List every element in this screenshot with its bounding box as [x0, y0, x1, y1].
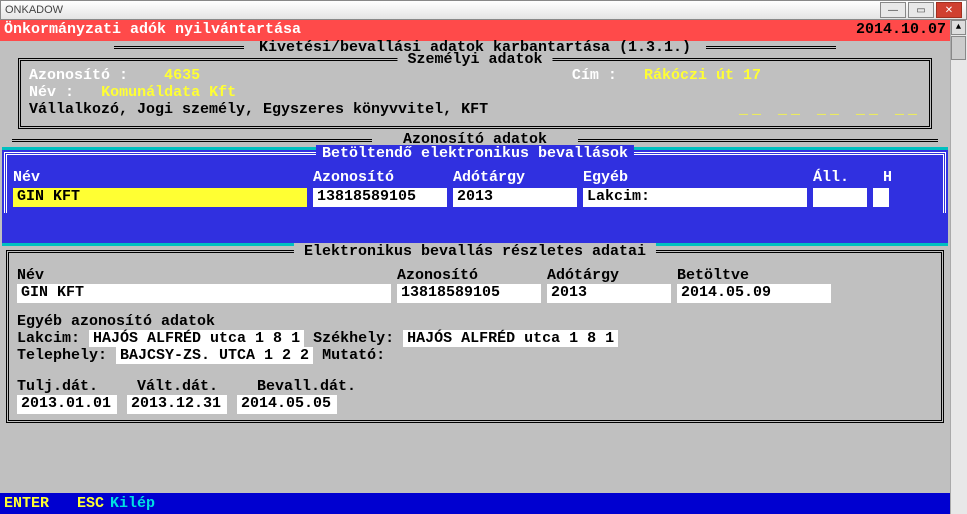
- window-title: ONKADOW: [5, 4, 63, 16]
- lakcim-value: HAJÓS ALFRÉD utca 1 8 1: [89, 330, 304, 347]
- minimize-button[interactable]: —: [880, 2, 906, 18]
- app-title: Önkormányzati adók nyilvántartása: [4, 21, 301, 40]
- table-row[interactable]: GIN KFT 13818589105 2013 Lakcim:: [13, 188, 937, 207]
- dh-bet: Betöltve: [677, 267, 837, 284]
- dv-nev: GIN KFT: [17, 284, 391, 303]
- address-line-2: Telephely: BAJCSY-ZS. UTCA 1 2 2 Mutató:: [17, 347, 933, 364]
- details-box: Elektronikus bevallás részletes adatai N…: [6, 250, 944, 423]
- col-nev: Név: [13, 169, 313, 186]
- szemelyi-title: Személyi adatok: [397, 51, 552, 68]
- close-button[interactable]: ✕: [936, 2, 962, 18]
- blue-panel: Betöltendő elektronikus bevallások Név A…: [2, 147, 948, 246]
- col-egy: Egyéb: [583, 169, 813, 186]
- szekhely-label: Székhely:: [313, 330, 394, 347]
- maximize-button[interactable]: ▭: [908, 2, 934, 18]
- szekhely-value: HAJÓS ALFRÉD utca 1 8 1: [403, 330, 618, 347]
- details-header-row: Név Azonosító Adótárgy Betöltve: [17, 267, 933, 284]
- col-all: Áll.: [813, 169, 883, 186]
- dates-row: 2013.01.01 2013.12.31 2014.05.05: [17, 395, 933, 414]
- details-data-row: GIN KFT 13818589105 2013 2014.05.09: [17, 284, 933, 303]
- dv-tar: 2013: [547, 284, 671, 303]
- lakcim-label: Lakcim:: [17, 330, 80, 347]
- egyeb-title: Egyéb azonosító adatok: [17, 313, 933, 330]
- dv-azon: 13818589105: [397, 284, 541, 303]
- cell-tar[interactable]: 2013: [453, 188, 577, 207]
- dh-azon: Azonosító: [397, 267, 547, 284]
- blue-title: Betöltendő elektronikus bevallások: [316, 145, 634, 162]
- blue-header-row: Név Azonosító Adótárgy Egyéb Áll. H: [13, 169, 937, 186]
- scroll-up-icon[interactable]: ▲: [951, 20, 966, 35]
- os-scrollbar[interactable]: ▲: [950, 20, 967, 514]
- key-esc-label: Kilép: [110, 495, 155, 512]
- scroll-thumb[interactable]: [951, 36, 966, 60]
- azon-label: Azonosító :: [29, 67, 128, 84]
- app-header: Önkormányzati adók nyilvántartása 2014.1…: [0, 20, 950, 41]
- szemelyi-box: Személyi adatok Azonosító : 4635 Cím : R…: [18, 58, 932, 129]
- key-esc[interactable]: ESC: [77, 495, 104, 512]
- dv-bet: 2014.05.09: [677, 284, 831, 303]
- cell-nev[interactable]: GIN KFT: [13, 188, 307, 207]
- key-enter[interactable]: ENTER: [4, 495, 49, 512]
- mutato-label: Mutató:: [322, 347, 385, 364]
- col-azon: Azonosító: [313, 169, 453, 186]
- address-line-1: Lakcim: HAJÓS ALFRÉD utca 1 8 1 Székhely…: [17, 330, 933, 347]
- dates-header: Tulj.dát. Vált.dát. Bevall.dát.: [17, 378, 933, 395]
- dv-bev: 2014.05.05: [237, 395, 337, 414]
- dv-valt: 2013.12.31: [127, 395, 227, 414]
- azon-value: 4635: [164, 67, 200, 84]
- cell-all[interactable]: [813, 188, 867, 207]
- cell-azon[interactable]: 13818589105: [313, 188, 447, 207]
- dh-tar: Adótárgy: [547, 267, 677, 284]
- telephely-value: BAJCSY-ZS. UTCA 1 2 2: [116, 347, 313, 364]
- os-titlebar: ONKADOW — ▭ ✕: [0, 0, 967, 20]
- dv-tulj: 2013.01.01: [17, 395, 117, 414]
- cim-label: Cím :: [572, 67, 617, 84]
- col-tar: Adótárgy: [453, 169, 583, 186]
- szemelyi-dashes: __ __ __ __ __: [739, 101, 921, 118]
- telephely-label: Telephely:: [17, 347, 107, 364]
- app-date: 2014.10.07: [856, 21, 946, 40]
- dh-tulj: Tulj.dát.: [17, 378, 127, 395]
- dh-bev: Bevall.dát.: [257, 378, 397, 395]
- szemelyi-info: Vállalkozó, Jogi személy, Egyszeres köny…: [29, 101, 488, 118]
- details-title: Elektronikus bevallás részletes adatai: [294, 243, 656, 260]
- col-h: H: [883, 169, 903, 186]
- dh-valt: Vált.dát.: [137, 378, 247, 395]
- cell-h[interactable]: [873, 188, 889, 207]
- cim-value: Rákóczi út 17: [644, 67, 761, 84]
- dh-nev: Név: [17, 267, 397, 284]
- nev-value: Komunáldata Kft: [101, 84, 236, 101]
- bottom-bar: ENTER ESC Kilép: [0, 493, 950, 514]
- cell-egy[interactable]: Lakcim:: [583, 188, 807, 207]
- nev-label: Név :: [29, 84, 74, 101]
